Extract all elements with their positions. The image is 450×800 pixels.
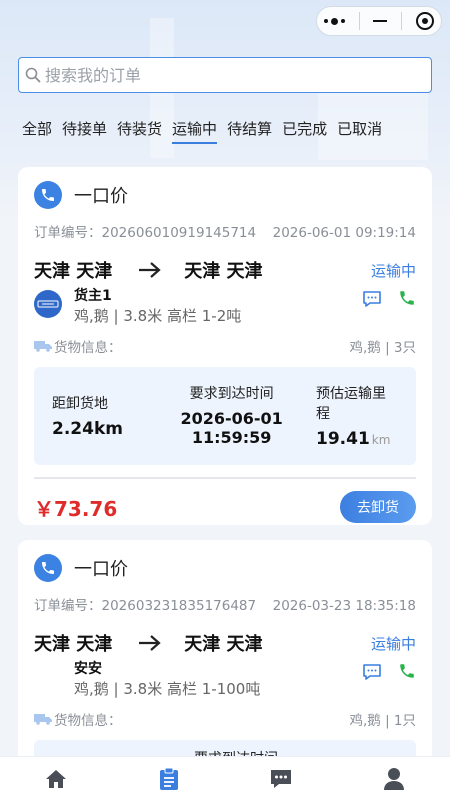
mileage-value: 19.41	[316, 429, 370, 449]
more-icon[interactable]	[323, 17, 345, 25]
price-type: 一口价	[74, 559, 128, 580]
tab-in-transit[interactable]: 运输中	[172, 118, 218, 144]
phone-icon[interactable]	[34, 554, 62, 582]
arrow-right-icon	[139, 262, 161, 278]
unload-button[interactable]: 去卸货	[340, 491, 416, 523]
home-icon	[46, 769, 67, 788]
capsule-divider	[401, 12, 403, 30]
user-icon	[383, 767, 404, 790]
nav-messages[interactable]	[251, 757, 311, 800]
close-program-icon[interactable]	[416, 12, 435, 30]
arrival-time: 11:59:59	[191, 428, 272, 447]
arrival-label: 要求到达时间	[189, 386, 274, 402]
goods-label: 货物信息：	[54, 340, 122, 356]
goods-info-row: 货物信息： 鸡,鹅 | 3只	[34, 333, 416, 359]
arrival-stat: 要求到达时间 2026-06-01 11:59:59	[165, 383, 298, 447]
route-row: 天津 天津 天津 天津 运输中	[34, 626, 416, 660]
chat-icon	[271, 769, 292, 788]
phone-icon[interactable]	[34, 181, 62, 209]
call-icon[interactable]	[398, 662, 416, 680]
owner-row: 安安 鸡,鹅 | 3.8米 高栏 1-100吨	[34, 660, 416, 706]
truck-icon	[34, 714, 52, 725]
truck-info: 鸡,鹅 | 3.8米 高栏 1-100吨	[74, 680, 261, 698]
card-footer: ￥73.76 去卸货	[34, 479, 416, 535]
search-icon	[25, 67, 41, 83]
order-number-row: 订单编号：202606010919145714 2026-06-01 09:19…	[34, 223, 416, 243]
tab-completed[interactable]: 已完成	[282, 118, 327, 144]
from-city: 天津 天津	[34, 634, 113, 655]
owner-avatar	[34, 290, 62, 318]
transport-stats: 距卸货地 2.24km 要求到达时间 2026-06-01 11:59:59 预…	[34, 367, 416, 465]
to-city: 天津 天津	[184, 261, 263, 282]
tab-all[interactable]: 全部	[22, 118, 52, 144]
order-status: 运输中	[370, 261, 416, 280]
capsule-divider	[358, 12, 360, 30]
message-icon[interactable]	[362, 662, 382, 682]
goods-info-row: 货物信息： 鸡,鹅 | 1只	[34, 706, 416, 732]
tab-cancelled[interactable]: 已取消	[337, 118, 382, 144]
owner-actions	[362, 662, 416, 682]
order-search-bar[interactable]	[18, 57, 432, 93]
truck-icon	[34, 341, 52, 352]
route-row: 天津 天津 天津 天津 运输中	[34, 253, 416, 287]
owner-avatar-placeholder	[34, 660, 62, 688]
nav-profile[interactable]	[364, 757, 424, 800]
message-icon[interactable]	[362, 289, 382, 309]
price-type: 一口价	[74, 186, 128, 207]
tab-pending-settle[interactable]: 待结算	[227, 118, 272, 144]
order-amount: ￥73.76	[34, 496, 118, 521]
call-icon[interactable]	[398, 289, 416, 307]
to-city: 天津 天津	[184, 634, 263, 655]
mini-program-capsule	[316, 6, 442, 36]
goods-value: 鸡,鹅 | 3只	[349, 340, 416, 356]
nav-orders[interactable]	[139, 757, 199, 800]
owner-name: 安安	[74, 661, 102, 677]
distance-stat: 距卸货地 2.24km	[52, 393, 165, 439]
truck-info: 鸡,鹅 | 3.8米 高栏 1-2吨	[74, 307, 242, 325]
card-header: 一口价	[34, 540, 416, 596]
order-datetime: 2026-03-23 18:35:18	[272, 598, 416, 614]
minimize-icon[interactable]	[373, 20, 388, 22]
search-input[interactable]	[41, 58, 431, 92]
mileage-label: 预估运输里程	[316, 386, 386, 422]
mileage-unit: km	[371, 433, 391, 447]
nav-home[interactable]	[26, 757, 86, 800]
from-city: 天津 天津	[34, 261, 113, 282]
clipboard-icon	[159, 767, 178, 790]
mileage-stat: 预估运输里程 19.41 km	[316, 383, 398, 449]
bottom-tab-bar	[0, 756, 450, 800]
order-number-row: 订单编号：202603231835176487 2026-03-23 18:35…	[34, 596, 416, 616]
order-card[interactable]: 一口价 订单编号：202606010919145714 2026-06-01 0…	[18, 167, 432, 525]
order-number: 订单编号：202603231835176487	[34, 598, 257, 614]
owner-name: 货主1	[74, 288, 112, 304]
arrival-date: 2026-06-01	[180, 409, 283, 428]
order-status: 运输中	[370, 634, 416, 653]
order-number: 订单编号：202606010919145714	[34, 225, 257, 241]
goods-label: 货物信息：	[54, 713, 122, 729]
distance-value: 2.24km	[52, 419, 123, 439]
goods-value: 鸡,鹅 | 1只	[349, 713, 416, 729]
status-tabs: 全部 待接单 待装货 运输中 待结算 已完成 已取消	[0, 118, 450, 144]
order-card[interactable]: 一口价 订单编号：202603231835176487 2026-03-23 1…	[18, 540, 432, 800]
owner-actions	[362, 289, 416, 309]
card-header: 一口价	[34, 167, 416, 223]
tab-pending-accept[interactable]: 待接单	[62, 118, 107, 144]
order-datetime: 2026-06-01 09:19:14	[272, 225, 416, 241]
arrow-right-icon	[139, 635, 161, 651]
owner-row: 货主1 鸡,鹅 | 3.8米 高栏 1-2吨	[34, 287, 416, 333]
distance-label: 距卸货地	[52, 396, 108, 412]
tab-pending-load[interactable]: 待装货	[117, 118, 162, 144]
